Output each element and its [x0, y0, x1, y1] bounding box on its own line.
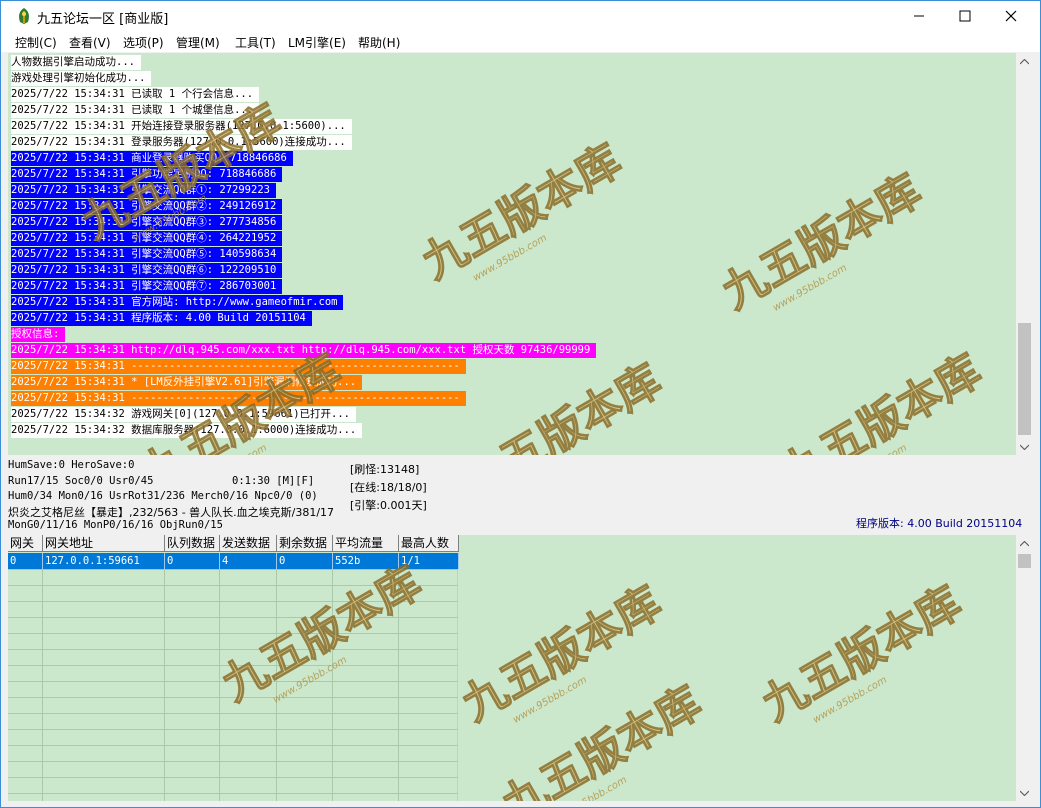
svg-text:www.95bbb.com: www.95bbb.com — [511, 452, 589, 455]
log-line: 2025/7/22 15:34:31 登录服务器(127.0.0.1:5600)… — [11, 135, 352, 150]
watermark-logo: 九五版本库www.95bbb.com — [453, 576, 668, 725]
close-button[interactable] — [988, 1, 1034, 31]
watermark-logo: 九五版本库www.95bbb.com — [413, 134, 628, 283]
minimize-icon — [914, 15, 924, 17]
table-cell: 0 — [165, 553, 220, 569]
svg-text:www.95bbb.com: www.95bbb.com — [471, 232, 549, 283]
column-header-remaining[interactable]: 剩余数据 — [277, 535, 333, 552]
status-panel: HumSave:0 HeroSave:0 Run17/15 Soc0/0 Usr… — [8, 457, 1034, 533]
column-header-avg-traffic[interactable]: 平均流量 — [333, 535, 399, 552]
minimize-button[interactable] — [896, 1, 942, 31]
log-line: 2025/7/22 15:34:31 ---------------------… — [11, 359, 466, 374]
scroll-up-icon[interactable] — [1016, 535, 1033, 552]
menu-bar: 控制(C) 查看(V) 选项(P) 管理(M) 工具(T) LM引擎(E) 帮助… — [1, 31, 1040, 52]
scroll-down-icon[interactable] — [1016, 438, 1033, 455]
table-cell: 4 — [220, 553, 277, 569]
log-line: 2025/7/22 15:34:31 已读取 1 个行会信息... — [11, 87, 260, 102]
scroll-down-icon[interactable] — [1016, 784, 1033, 801]
log-line: 2025/7/22 15:34:31 引擎功能定制QQ: 718846686 — [11, 167, 283, 182]
log-line: 人物数据引擎启动成功... — [11, 55, 141, 70]
svg-text:九五版本库: 九五版本库 — [774, 345, 988, 455]
log-line: 2025/7/22 15:34:32 数据库服务器(127.0.0.1:6000… — [11, 423, 363, 438]
svg-text:九五版本库: 九五版本库 — [754, 577, 968, 725]
svg-text:www.95bbb.com: www.95bbb.com — [831, 442, 909, 455]
table-cell: 1/1 — [399, 553, 459, 569]
column-header-gateway[interactable]: 网关 — [8, 535, 43, 552]
svg-text:九五版本库: 九五版本库 — [454, 355, 668, 455]
watermark-logo: 九五版本库www.95bbb.com — [753, 576, 968, 725]
grid-lines — [8, 553, 458, 801]
log-line: 2025/7/22 15:34:31 引擎交流QQ群①: 27299223 — [11, 183, 276, 198]
status-monster: 炽炎之艾格尼丝【暴走】,232/563 - 兽人队长.血之埃克斯/381/17 — [8, 506, 335, 519]
column-header-max-users[interactable]: 最高人数 — [399, 535, 459, 552]
log-line: 授权信息: — [11, 327, 66, 342]
watermark-logo: 九五版本库www.95bbb.com — [773, 344, 988, 455]
app-logo-icon — [15, 7, 33, 25]
status-run: Run17/15 Soc0/0 Usr0/45 — [8, 475, 154, 487]
svg-text:九五版本库: 九五版本库 — [454, 577, 668, 725]
menu-tools[interactable]: 工具(T) — [235, 34, 276, 51]
menu-options[interactable]: 选项(P) — [123, 34, 164, 51]
watermark-logo: 九五版本库www.95bbb.com — [493, 676, 708, 801]
online-count: [在线:18/18/0] — [350, 481, 427, 494]
svg-text:九五版本库: 九五版本库 — [494, 677, 708, 801]
svg-text:www.95bbb.com: www.95bbb.com — [511, 674, 589, 725]
grid-scroll-thumb[interactable] — [1018, 554, 1031, 568]
table-cell: 127.0.0.1:59661 — [43, 553, 165, 569]
maximize-icon — [959, 10, 971, 22]
svg-text:www.95bbb.com: www.95bbb.com — [811, 674, 889, 725]
svg-text:九五版本库: 九五版本库 — [414, 135, 628, 283]
log-line: 2025/7/22 15:34:31 引擎交流QQ群⑦: 286703001 — [11, 279, 283, 294]
svg-text:九五版本库: 九五版本库 — [714, 165, 928, 313]
svg-text:www.95bbb.com: www.95bbb.com — [551, 774, 629, 801]
status-save: HumSave:0 HeroSave:0 — [8, 459, 135, 471]
table-cell: 0 — [8, 553, 43, 569]
engine-days: [引擎:0.001天] — [350, 499, 427, 512]
svg-text:www.95bbb.com: www.95bbb.com — [191, 442, 269, 455]
title-bar[interactable]: 九五论坛一区 [商业版] — [1, 1, 1040, 31]
status-mongen: MonG0/11/16 MonP0/16/16 ObjRun0/15 — [8, 519, 223, 531]
log-line: 游戏处理引擎初始化成功... — [11, 71, 152, 86]
watermark-logo: 九五版本库www.95bbb.com — [713, 164, 928, 313]
log-line: 2025/7/22 15:34:31 开始连接登录服务器(127.0.0.1:5… — [11, 119, 352, 134]
gateway-grid[interactable]: 网关 网关地址 队列数据 发送数据 剩余数据 平均流量 最高人数 0 127.0… — [8, 535, 1016, 801]
log-line: 2025/7/22 15:34:31 引擎交流QQ群⑥: 122209510 — [11, 263, 283, 278]
column-header-sent[interactable]: 发送数据 — [220, 535, 277, 552]
log-line: 2025/7/22 15:34:31 * [LM反外挂引擎V2.61]引擎漏洞修… — [11, 375, 363, 390]
log-line: 2025/7/22 15:34:31 引擎交流QQ群⑤: 140598634 — [11, 247, 283, 262]
main-window: 九五论坛一区 [商业版] 控制(C) 查看(V) 选项(P) 管理(M) 工具(… — [0, 0, 1041, 808]
grid-scrollbar[interactable] — [1016, 535, 1033, 801]
close-icon — [1005, 10, 1017, 22]
log-scroll-thumb[interactable] — [1018, 323, 1031, 435]
log-panel[interactable]: 人物数据引擎启动成功... 游戏处理引擎初始化成功... 2025/7/22 15:… — [8, 53, 1016, 455]
status-counts: Hum0/34 Mon0/16 UsrRot31/236 Merch0/16 N… — [8, 490, 318, 502]
maximize-button[interactable] — [942, 1, 988, 31]
log-line: 2025/7/22 15:34:31 程序版本: 4.00 Build 2015… — [11, 311, 312, 326]
status-timer: 0:1:30 [M][F] — [232, 475, 315, 487]
menu-view[interactable]: 查看(V) — [69, 34, 111, 51]
log-line: 2025/7/22 15:34:31 官方网站: http://www.game… — [11, 295, 344, 310]
menu-manage[interactable]: 管理(M) — [176, 34, 220, 51]
menu-help[interactable]: 帮助(H) — [358, 34, 400, 51]
svg-text:www.95bbb.com: www.95bbb.com — [771, 262, 849, 313]
log-line: 2025/7/22 15:34:31 商业登录器购买QQ: 718846686 — [11, 151, 293, 166]
window-title: 九五论坛一区 [商业版] — [37, 12, 169, 27]
log-line: 2025/7/22 15:34:31 引擎交流QQ群②: 249126912 — [11, 199, 283, 214]
scroll-up-icon[interactable] — [1016, 53, 1033, 70]
refresh-monster-count: [刷怪:13148] — [350, 463, 420, 476]
column-header-address[interactable]: 网关地址 — [43, 535, 165, 552]
log-line: 2025/7/22 15:34:31 http://dlq.945.com/xx… — [11, 343, 597, 358]
log-line: 2025/7/22 15:34:31 ---------------------… — [11, 391, 466, 406]
menu-lm-engine[interactable]: LM引擎(E) — [288, 34, 346, 51]
log-line: 2025/7/22 15:34:32 游戏网关[0](127.0.0.1:596… — [11, 407, 357, 422]
log-scrollbar[interactable] — [1016, 53, 1033, 455]
log-line: 2025/7/22 15:34:31 已读取 1 个城堡信息... — [11, 103, 260, 118]
table-cell: 552b — [333, 553, 399, 569]
column-header-queue[interactable]: 队列数据 — [165, 535, 220, 552]
log-line: 2025/7/22 15:34:31 引擎交流QQ群④: 264221952 — [11, 231, 283, 246]
log-line: 2025/7/22 15:34:31 引擎交流QQ群③: 277734856 — [11, 215, 283, 230]
table-cell: 0 — [277, 553, 333, 569]
menu-control[interactable]: 控制(C) — [15, 34, 57, 51]
program-version: 程序版本: 4.00 Build 20151104 — [856, 517, 1023, 530]
